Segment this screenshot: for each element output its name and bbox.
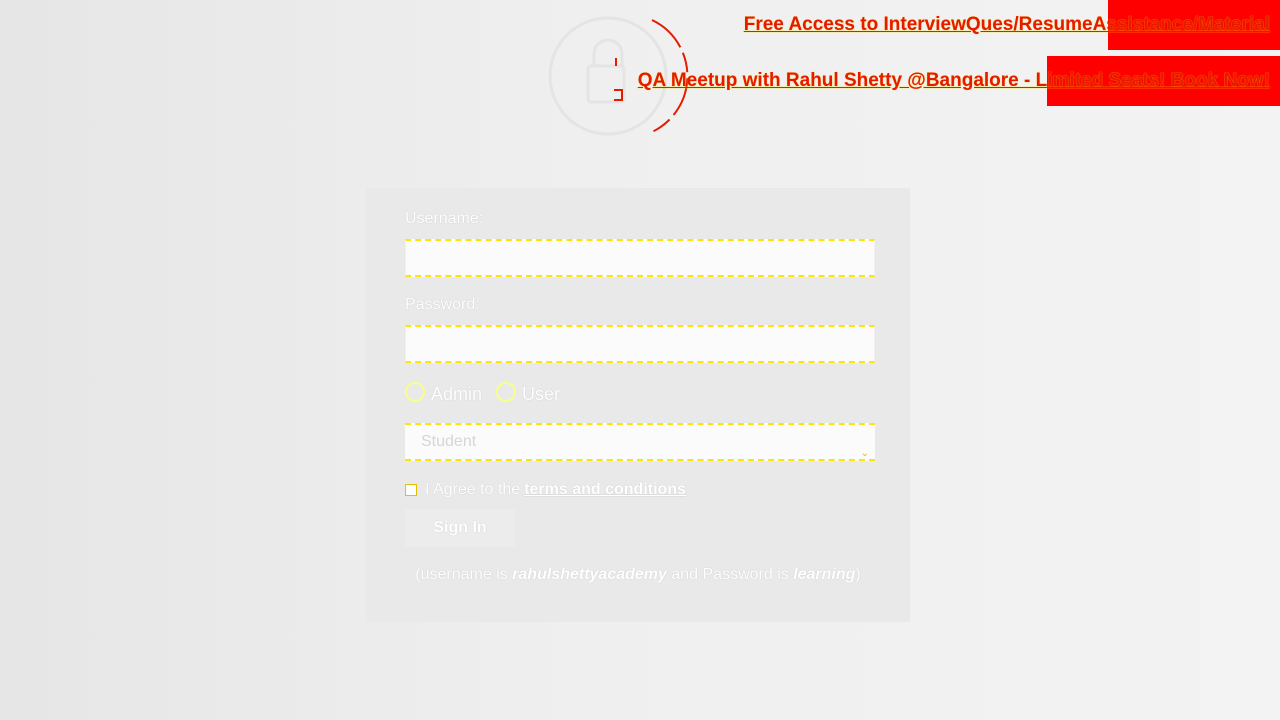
password-label: Password: (405, 296, 480, 313)
hint-open: (username is (415, 566, 513, 583)
hint-middle: and Password is (666, 566, 794, 583)
terms-checkbox[interactable] (405, 484, 417, 496)
terms-link[interactable]: terms and conditions (524, 481, 686, 499)
hint-username: rahulshettyacademy (512, 566, 667, 583)
chevron-down-icon: ⌄ (860, 448, 869, 459)
role-radio-group: Admin User (405, 380, 568, 408)
admin-radio[interactable] (405, 382, 425, 402)
username-input[interactable] (405, 239, 875, 277)
terms-prefix: I Agree to the (425, 481, 521, 498)
login-card: Username: Password: Admin User Student ⌄… (366, 188, 910, 622)
hint-password: learning (793, 566, 856, 583)
username-label: Username: (405, 210, 484, 227)
hint-close: ) (855, 566, 861, 583)
sign-in-button[interactable]: Sign In (405, 509, 515, 547)
user-radio-label: User (522, 383, 561, 404)
promo-link-interview[interactable]: Free Access to InterviewQues/ResumeAssis… (744, 14, 1270, 36)
user-radio[interactable] (496, 382, 517, 402)
credentials-hint: (username is rahulshettyacademy and Pass… (366, 566, 910, 584)
profile-select[interactable]: Student ⌄ (405, 423, 875, 461)
promo-link-meetup[interactable]: QA Meetup with Rahul Shetty @Bangalore -… (638, 70, 1270, 92)
password-input[interactable] (405, 325, 875, 363)
profile-select-value: Student (421, 433, 477, 450)
admin-radio-label: Admin (431, 383, 483, 404)
terms-row: I Agree to the terms and conditions (405, 479, 686, 501)
